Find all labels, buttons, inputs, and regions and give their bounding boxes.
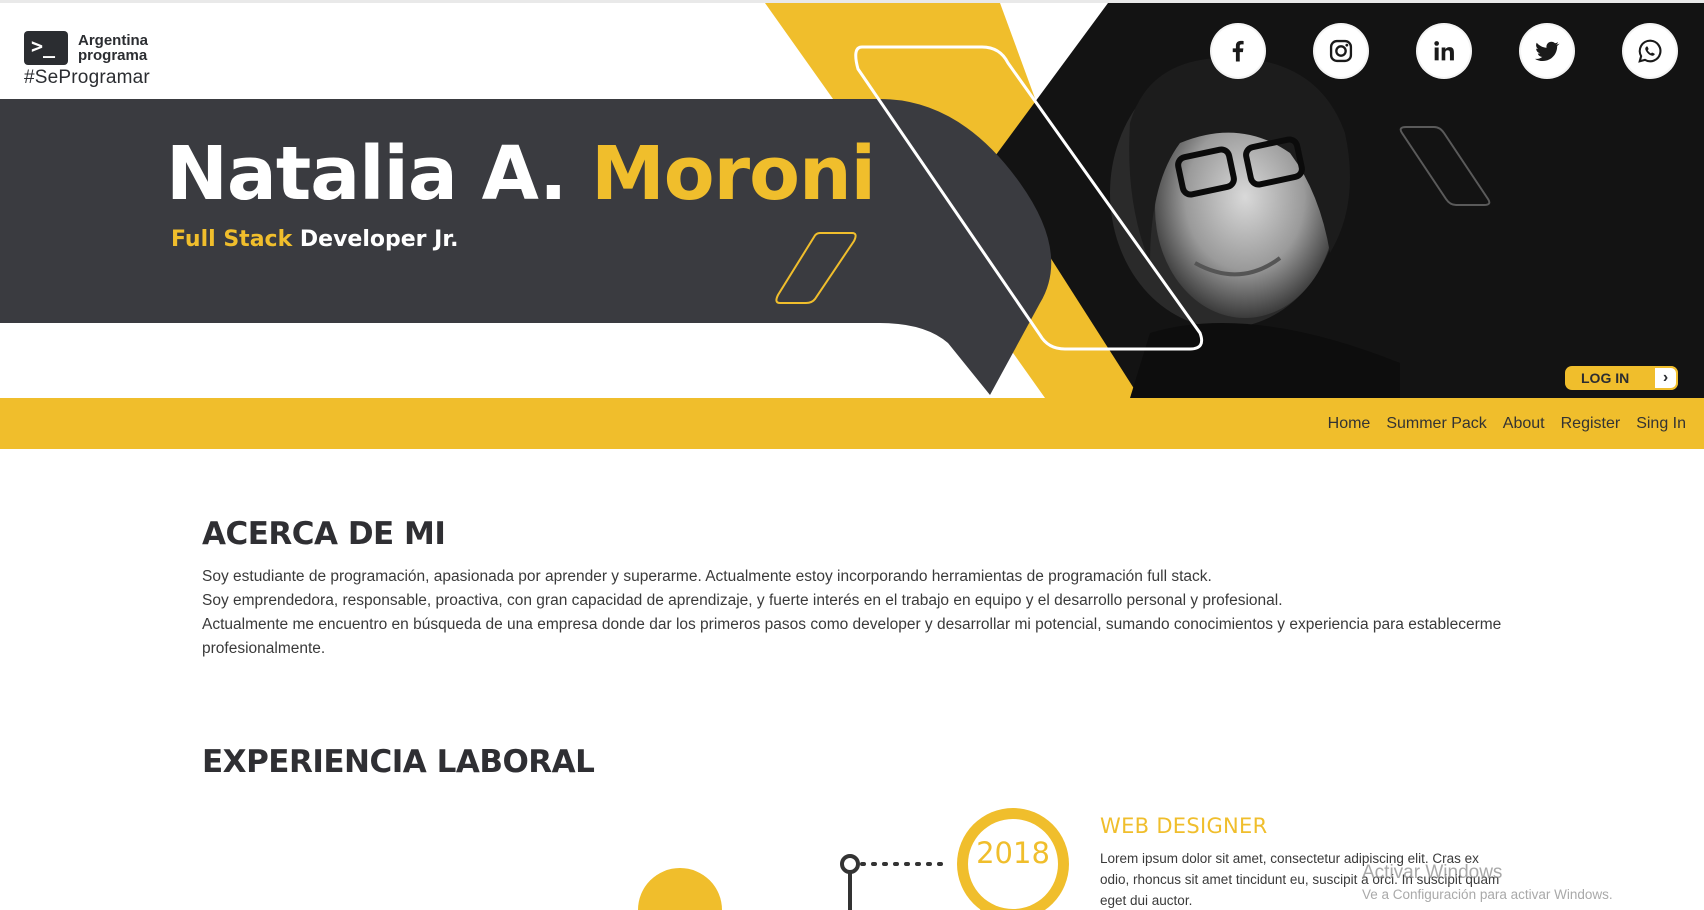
hero-role: Full Stack Developer Jr. — [171, 227, 458, 252]
whatsapp-icon — [1638, 39, 1662, 63]
year-badge: 2018 — [976, 836, 1050, 870]
timeline-dot — [840, 854, 860, 874]
nav-home[interactable]: Home — [1328, 415, 1371, 433]
timeline-node-partial — [638, 868, 722, 910]
about-line: Soy emprendedora, responsable, proactiva… — [202, 592, 1283, 609]
about-line: Actualmente me encuentro en búsqueda de … — [202, 616, 1502, 657]
about-line: Soy estudiante de programación, apasiona… — [202, 568, 1212, 585]
nav-sign-in[interactable]: Sing In — [1636, 415, 1686, 433]
twitter-link[interactable] — [1521, 25, 1573, 77]
linkedin-link[interactable] — [1418, 25, 1470, 77]
logo-tagline: #SeProgramar — [24, 67, 150, 88]
about-title: ACERCA DE MI — [202, 516, 446, 552]
site-logo[interactable]: >_ Argentina programa #SeProgramar — [24, 27, 164, 91]
windows-activation-watermark: Activar Windows Ve a Configuración para … — [1362, 862, 1613, 902]
linkedin-icon — [1434, 41, 1454, 61]
facebook-link[interactable] — [1212, 25, 1264, 77]
hero-last-name: Moroni — [591, 131, 876, 217]
nav-about[interactable]: About — [1503, 415, 1545, 433]
instagram-icon — [1329, 39, 1353, 63]
facebook-icon — [1232, 40, 1244, 62]
nav-register[interactable]: Register — [1561, 415, 1621, 433]
chevron-right-icon: › — [1653, 366, 1678, 390]
about-text: Soy estudiante de programación, apasiona… — [202, 565, 1502, 661]
main-navbar: Home Summer Pack About Register Sing In — [0, 398, 1704, 449]
job-title: WEB DESIGNER — [1100, 814, 1268, 838]
header-banner: >_ Argentina programa #SeProgramar Natal… — [0, 3, 1704, 398]
hero-role-rest: Developer Jr. — [299, 227, 459, 252]
instagram-link[interactable] — [1315, 25, 1367, 77]
hero-name: Natalia A. Moroni — [166, 131, 876, 217]
hero-first-name: Natalia A. — [166, 131, 567, 217]
nav-links: Home Summer Pack About Register Sing In — [1328, 398, 1686, 449]
nav-summer-pack[interactable]: Summer Pack — [1386, 415, 1486, 433]
experience-title: EXPERIENCIA LABORAL — [202, 744, 595, 780]
whatsapp-link[interactable] — [1624, 25, 1676, 77]
login-button-label: LOG IN — [1581, 370, 1630, 386]
twitter-icon — [1534, 41, 1560, 62]
logo-text: Argentina programa — [78, 32, 149, 64]
hero-role-accent: Full Stack — [171, 227, 293, 252]
terminal-icon: >_ — [24, 31, 68, 65]
login-button[interactable]: LOG IN › — [1565, 366, 1678, 390]
